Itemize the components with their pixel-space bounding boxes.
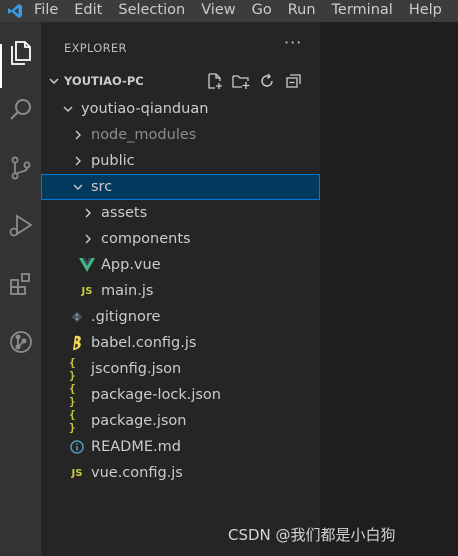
tree-file-package-json[interactable]: { } package.json	[41, 408, 320, 434]
menu-edit[interactable]: Edit	[66, 0, 110, 22]
git-graph-icon[interactable]	[0, 320, 41, 364]
chevron-right-icon[interactable]	[71, 128, 85, 142]
json-file-icon: { }	[69, 408, 76, 434]
tree-file-app-vue[interactable]: App.vue	[41, 252, 320, 278]
tree-item-label: package-lock.json	[91, 387, 221, 403]
more-actions-icon[interactable]: ···	[284, 33, 302, 52]
menu-go[interactable]: Go	[244, 0, 280, 22]
tree-folder-components[interactable]: components	[41, 226, 320, 252]
chevron-down-icon[interactable]	[61, 102, 75, 116]
explorer-files-icon[interactable]	[0, 30, 41, 74]
tree-item-label: README.md	[91, 439, 181, 455]
extensions-icon[interactable]	[0, 262, 41, 306]
menu-view[interactable]: View	[193, 0, 243, 22]
tree-folder-youtiao-qianduan[interactable]: youtiao-qianduan	[41, 96, 320, 122]
tree-item-label: src	[91, 179, 113, 195]
tree-folder-public[interactable]: public	[41, 148, 320, 174]
collapse-all-icon[interactable]	[283, 71, 303, 91]
tree-item-label: assets	[101, 205, 148, 221]
tree-folder-src[interactable]: src	[41, 174, 320, 200]
menu-run[interactable]: Run	[280, 0, 324, 22]
tree-item-label: App.vue	[101, 257, 161, 273]
tree-item-label: package.json	[91, 413, 187, 429]
new-file-icon[interactable]	[205, 71, 225, 91]
tree-item-label: node_modules	[91, 127, 197, 143]
info-icon	[69, 439, 85, 455]
explorer-sidebar: EXPLORER ··· YOUTIAO-PC youtiao-qianduan…	[41, 22, 320, 556]
tree-item-label: youtiao-qianduan	[81, 101, 209, 117]
section-actions	[205, 71, 303, 91]
git-file-icon	[69, 309, 85, 325]
chevron-right-icon[interactable]	[81, 232, 95, 246]
chevron-right-icon[interactable]	[71, 154, 85, 168]
csdn-watermark: CSDN @我们都是小白狗	[228, 526, 396, 544]
tree-file-gitignore[interactable]: .gitignore	[41, 304, 320, 330]
editor-area	[320, 22, 458, 556]
search-icon[interactable]	[0, 88, 41, 132]
tree-file-package-lock-json[interactable]: { } package-lock.json	[41, 382, 320, 408]
workspace-section-header[interactable]: YOUTIAO-PC	[41, 70, 320, 92]
babel-file-icon	[69, 335, 85, 351]
javascript-file-icon: JS	[71, 467, 83, 479]
refresh-icon[interactable]	[257, 71, 277, 91]
menu-file[interactable]: File	[30, 0, 66, 22]
workspace-title: YOUTIAO-PC	[64, 74, 144, 88]
run-debug-icon[interactable]	[0, 204, 41, 248]
chevron-down-icon[interactable]	[47, 73, 61, 92]
source-control-icon[interactable]	[0, 146, 41, 190]
vue-file-icon	[79, 257, 95, 273]
tree-file-jsconfig-json[interactable]: { } jsconfig.json	[41, 356, 320, 382]
tree-item-label: public	[91, 153, 135, 169]
tree-item-label: components	[101, 231, 191, 247]
javascript-file-icon: JS	[81, 285, 93, 297]
tree-file-readme-md[interactable]: README.md	[41, 434, 320, 460]
explorer-header: EXPLORER ···	[41, 33, 320, 58]
menu-help[interactable]: Help	[401, 0, 450, 22]
title-bar: File Edit Selection View Go Run Terminal…	[0, 0, 458, 22]
tree-file-main-js[interactable]: JS main.js	[41, 278, 320, 304]
tree-item-label: .gitignore	[91, 309, 161, 325]
vscode-logo-icon	[0, 0, 30, 22]
tree-item-label: jsconfig.json	[91, 361, 182, 377]
activity-bar	[0, 22, 41, 556]
tree-item-label: main.js	[101, 283, 154, 299]
new-folder-icon[interactable]	[231, 71, 251, 91]
explorer-title: EXPLORER	[64, 41, 127, 55]
tree-item-label: babel.config.js	[91, 335, 197, 351]
chevron-down-icon[interactable]	[71, 180, 85, 194]
tree-file-vue-config-js[interactable]: JS vue.config.js	[41, 460, 320, 486]
json-file-icon: { }	[69, 382, 76, 408]
json-file-icon: { }	[69, 356, 76, 382]
tree-item-label: vue.config.js	[91, 465, 183, 481]
tree-file-babel-config-js[interactable]: babel.config.js	[41, 330, 320, 356]
menu-selection[interactable]: Selection	[110, 0, 193, 22]
chevron-right-icon[interactable]	[81, 206, 95, 220]
menu-terminal[interactable]: Terminal	[324, 0, 401, 22]
tree-folder-assets[interactable]: assets	[41, 200, 320, 226]
tree-folder-node-modules[interactable]: node_modules	[41, 122, 320, 148]
